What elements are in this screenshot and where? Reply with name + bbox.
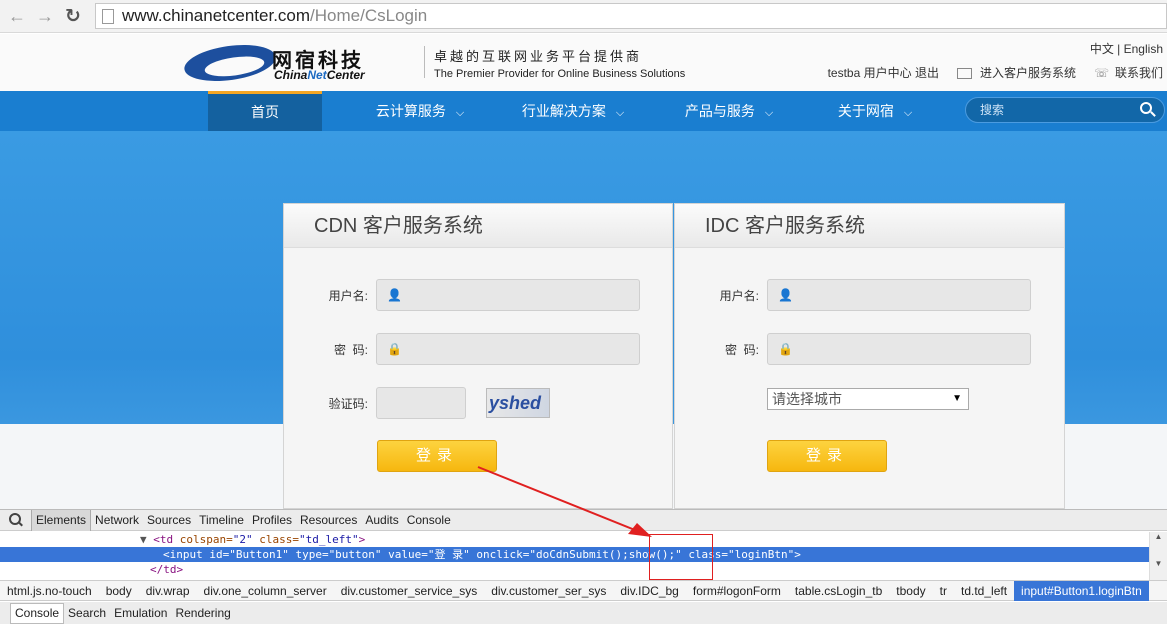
crumb-customer-ser-sys[interactable]: div.customer_ser_sys xyxy=(484,584,613,598)
tab-audits[interactable]: Audits xyxy=(361,513,402,527)
crumb-customer-service-sys[interactable]: div.customer_service_sys xyxy=(334,584,485,598)
back-icon[interactable]: ← xyxy=(6,5,28,27)
service-system-link[interactable]: 进入客户服务系统 xyxy=(956,64,1076,81)
nav-cloud[interactable]: 云计算服务 ⌵ xyxy=(358,91,482,131)
idc-panel-title: IDC 客户服务系统 xyxy=(675,204,1064,248)
cdn-captcha-row: 验证码: yshed xyxy=(284,387,550,419)
tab-sources[interactable]: Sources xyxy=(143,513,195,527)
captcha-image[interactable]: yshed xyxy=(486,388,550,418)
password-label: 密 码: xyxy=(333,342,368,357)
dom-node-td[interactable]: ▼ <td colspan="2" class="td_left"> xyxy=(0,532,1149,547)
idc-password-input[interactable]: 🔒 xyxy=(767,333,1031,365)
user-center-link[interactable]: testba 用户中心 退出 xyxy=(828,64,939,81)
site-header: 网宿科技 ChinaNetCenter 卓越的互联网业务平台提供商 The Pr… xyxy=(0,34,1167,91)
crumb-body[interactable]: body xyxy=(99,584,139,598)
drawer-tab-console[interactable]: Console xyxy=(10,602,65,624)
chevron-down-icon: ⌵ xyxy=(455,107,465,119)
console-area[interactable] xyxy=(0,624,1167,632)
cdn-login-button[interactable]: 登录 xyxy=(377,440,497,472)
lock-icon: 🔒 xyxy=(778,342,793,356)
search-icon[interactable] xyxy=(1140,102,1152,114)
logo-en-text: ChinaNetCenter xyxy=(274,68,365,82)
nav-products[interactable]: 产品与服务 ⌵ xyxy=(670,91,788,131)
elements-scrollbar[interactable]: ▲ ▼ xyxy=(1149,532,1167,580)
browser-toolbar: ← → ↻ www.chinanetcenter.com/Home/CsLogi… xyxy=(0,0,1167,33)
url-path: /Home/CsLogin xyxy=(310,6,428,25)
crumb-idc-bg[interactable]: div.IDC_bg xyxy=(613,584,685,598)
drawer-tab-search[interactable]: Search xyxy=(64,606,110,620)
nav-home[interactable]: 首页 xyxy=(208,91,322,131)
crumb-input[interactable]: input#Button1.loginBtn xyxy=(1014,580,1149,601)
drawer-tab-rendering[interactable]: Rendering xyxy=(171,606,234,620)
dom-node-td-close[interactable]: </td> xyxy=(0,562,1149,577)
idc-login-panel: IDC 客户服务系统 用户名: 👤 密 码: 🔒 请选择城市 ▼ 登录 xyxy=(674,203,1065,509)
reload-icon[interactable]: ↻ xyxy=(62,5,84,27)
page-icon xyxy=(102,8,114,24)
idc-login-button[interactable]: 登录 xyxy=(767,440,887,472)
user-icon: 👤 xyxy=(778,288,793,302)
cdn-username-input[interactable]: 👤 xyxy=(376,279,640,311)
tab-console[interactable]: Console xyxy=(403,513,455,527)
cdn-captcha-input[interactable] xyxy=(376,387,466,419)
cdn-login-panel: CDN 客户服务系统 用户名: 👤 密 码: 🔒 验证码: yshed 登录 xyxy=(283,203,673,509)
slogan-cn: 卓越的互联网业务平台提供商 xyxy=(434,49,643,64)
search-input[interactable]: 搜索 xyxy=(965,97,1165,123)
inspect-search-icon[interactable] xyxy=(9,513,23,527)
lock-icon: 🔒 xyxy=(387,342,402,356)
monitor-icon xyxy=(956,68,972,80)
devtools-tabbar: Elements Network Sources Timeline Profil… xyxy=(0,509,1167,531)
main-nav: 首页 云计算服务 ⌵ 行业解决方案 ⌵ 产品与服务 ⌵ 关于网宿 ⌵ 搜索 xyxy=(0,91,1167,131)
username-label: 用户名: xyxy=(328,288,368,303)
crumb-one-column[interactable]: div.one_column_server xyxy=(197,584,334,598)
elements-panel: ▼ <td colspan="2" class="td_left"> <inpu… xyxy=(0,532,1149,580)
annotation-highlight-box xyxy=(649,534,713,580)
expand-triangle-icon: ▼ xyxy=(140,533,147,546)
slogan-en: The Premier Provider for Online Business… xyxy=(434,68,686,80)
chinanetcenter-logo[interactable]: 网宿科技 ChinaNetCenter xyxy=(182,39,416,87)
url-domain: www.chinanetcenter.com xyxy=(122,6,311,25)
nav-about[interactable]: 关于网宿 ⌵ xyxy=(822,91,928,131)
devtools-drawer-tabs: Console Search Emulation Rendering xyxy=(0,602,1167,624)
cdn-password-row: 密 码: 🔒 xyxy=(284,333,640,365)
password-label: 密 码: xyxy=(724,342,759,357)
tab-elements[interactable]: Elements xyxy=(31,509,92,531)
crumb-tbody[interactable]: tbody xyxy=(889,584,932,598)
slogan: 卓越的互联网业务平台提供商 The Premier Provider for O… xyxy=(424,46,686,80)
forward-icon[interactable]: → xyxy=(34,5,56,27)
crumb-logon-form[interactable]: form#logonForm xyxy=(686,584,788,598)
user-icon: 👤 xyxy=(387,288,402,302)
cdn-panel-title: CDN 客户服务系统 xyxy=(284,204,672,248)
captcha-label: 验证码: xyxy=(328,396,368,411)
tab-network[interactable]: Network xyxy=(91,513,143,527)
crumb-tr[interactable]: tr xyxy=(933,584,954,598)
language-switch[interactable]: 中文 | English xyxy=(1090,40,1163,57)
tab-profiles[interactable]: Profiles xyxy=(248,513,296,527)
cdn-username-row: 用户名: 👤 xyxy=(284,279,640,311)
idc-username-row: 用户名: 👤 xyxy=(675,279,1031,311)
contact-link[interactable]: ☏ 联系我们 xyxy=(1094,64,1163,81)
cdn-password-input[interactable]: 🔒 xyxy=(376,333,640,365)
city-select[interactable]: 请选择城市 ▼ xyxy=(767,388,969,410)
address-bar[interactable]: www.chinanetcenter.com/Home/CsLogin xyxy=(95,3,1167,29)
crumb-table[interactable]: table.csLogin_tb xyxy=(788,584,889,598)
dom-node-input[interactable]: <input id="Button1" type="button" value=… xyxy=(0,547,1149,562)
username-label: 用户名: xyxy=(719,288,759,303)
nav-solutions[interactable]: 行业解决方案 ⌵ xyxy=(508,91,638,131)
idc-username-input[interactable]: 👤 xyxy=(767,279,1031,311)
crumb-wrap[interactable]: div.wrap xyxy=(139,584,197,598)
tab-resources[interactable]: Resources xyxy=(296,513,361,527)
chevron-down-icon: ⌵ xyxy=(615,107,625,119)
crumb-html[interactable]: html.js.no-touch xyxy=(0,584,99,598)
tab-timeline[interactable]: Timeline xyxy=(195,513,248,527)
crumb-td[interactable]: td.td_left xyxy=(954,584,1014,598)
dropdown-arrow-icon: ▼ xyxy=(952,393,962,404)
chevron-down-icon: ⌵ xyxy=(903,107,913,119)
devtools-breadcrumbs: html.js.no-touch body div.wrap div.one_c… xyxy=(0,580,1167,601)
drawer-tab-emulation[interactable]: Emulation xyxy=(110,606,171,620)
chevron-down-icon: ⌵ xyxy=(764,107,774,119)
logo-emblem xyxy=(182,39,278,87)
idc-password-row: 密 码: 🔒 xyxy=(675,333,1031,365)
phone-icon: ☏ xyxy=(1093,66,1109,80)
user-links: testba 用户中心 退出 进入客户服务系统 ☏ 联系我们 xyxy=(828,64,1163,81)
